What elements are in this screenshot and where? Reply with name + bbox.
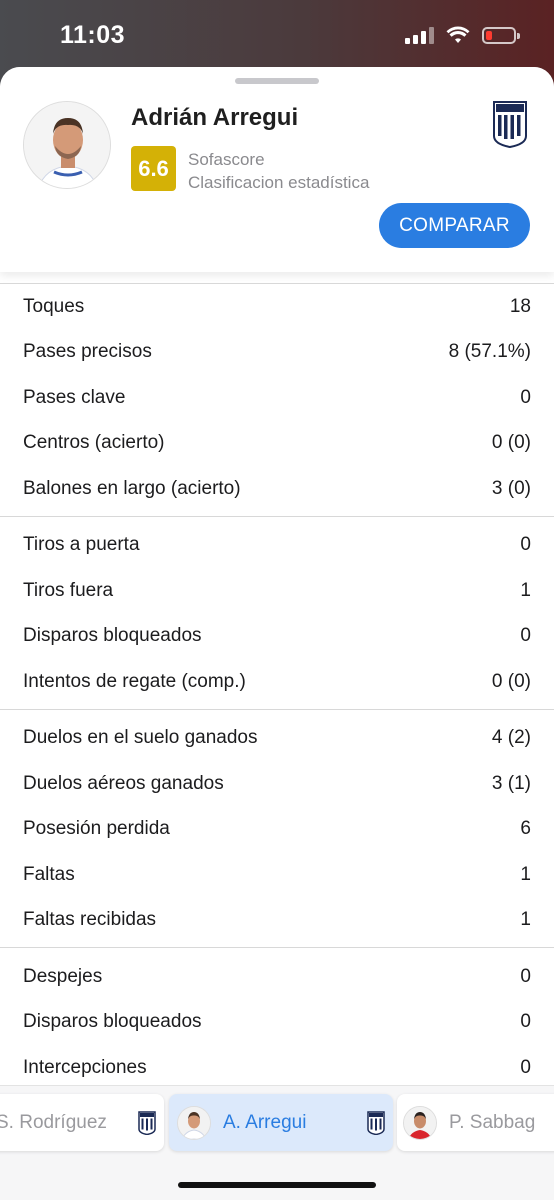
stat-label: Disparos bloqueados	[23, 1011, 202, 1033]
stat-label: Duelos en el suelo ganados	[23, 727, 258, 749]
rating-source: Sofascore Clasificacion estadística	[188, 148, 369, 194]
stat-row: Intercepciones 0	[0, 1045, 554, 1091]
club-crest-icon	[367, 1110, 385, 1135]
stat-value: 0	[520, 625, 531, 647]
stat-value: 4 (2)	[491, 727, 531, 749]
status-bar: 11:03	[0, 0, 554, 68]
stat-row: Faltas recibidas 1	[0, 898, 554, 944]
player-chip[interactable]: P. Sabbag	[397, 1094, 554, 1151]
status-icons	[405, 26, 520, 44]
stat-row: Despejes 0	[0, 954, 554, 1000]
rating-badge[interactable]: 6.6	[131, 146, 176, 191]
stat-row: Toques 18	[0, 284, 554, 330]
stat-value: 0	[520, 1056, 531, 1078]
stat-value: 0	[520, 534, 531, 556]
stat-label: Disparos bloqueados	[23, 625, 202, 647]
player-avatar	[23, 101, 111, 189]
wifi-icon	[446, 26, 470, 43]
stat-group: Tiros a puerta 0 Tiros fuera 1 Disparos bloq…	[0, 517, 554, 709]
cellular-signal-icon	[405, 26, 434, 44]
sheet-grabber[interactable]	[235, 78, 319, 84]
rating-source-name: Sofascore	[188, 150, 265, 169]
stat-value: 3 (1)	[491, 772, 531, 794]
battery-icon	[482, 26, 520, 44]
stat-value: 1	[520, 909, 531, 931]
stat-label: Intercepciones	[23, 1056, 147, 1078]
stat-row: Duelos en el suelo ganados 4 (2)	[0, 716, 554, 762]
club-crest-icon	[138, 1110, 156, 1135]
stat-row: Duelos aéreos ganados 3 (1)	[0, 761, 554, 807]
stat-label: Tiros fuera	[23, 579, 114, 601]
player-chip-active[interactable]: A. Arregui	[169, 1094, 393, 1151]
stat-label: Balones en largo (acierto)	[23, 477, 241, 499]
stat-value: 3 (0)	[491, 477, 531, 499]
stat-row: Intentos de regate (comp.) 0 (0)	[0, 659, 554, 705]
stat-label: Posesión perdida	[23, 818, 170, 840]
player-chip-name: S. Rodríguez	[0, 1111, 107, 1133]
stat-value: 0	[520, 965, 531, 987]
stat-value: 1	[520, 863, 531, 885]
stat-row: Pases clave 0	[0, 375, 554, 421]
stat-row: Posesión perdida 6	[0, 807, 554, 853]
stat-label: Toques	[23, 295, 85, 317]
stat-row: Centros (acierto) 0 (0)	[0, 421, 554, 467]
player-chip-name: A. Arregui	[223, 1111, 307, 1133]
stat-value: 0 (0)	[491, 432, 531, 454]
stat-value: 0	[520, 1011, 531, 1033]
stat-row: Pases precisos 8 (57.1%)	[0, 330, 554, 376]
clock: 11:03	[60, 21, 126, 49]
stat-value: 0 (0)	[491, 670, 531, 692]
player-stats-sheet: Adrián Arregui 6.6 Sofascore Clasificaci…	[0, 67, 554, 1200]
stat-group: Duelos en el suelo ganados 4 (2) Duelos aé…	[0, 710, 554, 948]
player-name: Adrián Arregui	[131, 104, 299, 131]
stat-row: Faltas 1	[0, 852, 554, 898]
stat-group: Toques 18 Pases precisos 8 (57.1%) Pases cla…	[0, 284, 554, 516]
stats-list: Toques 18 Pases precisos 8 (57.1%) Pases cla…	[0, 283, 554, 1095]
stat-value: 1	[520, 579, 531, 601]
stat-row: Disparos bloqueados 0	[0, 1000, 554, 1046]
home-indicator[interactable]	[178, 1182, 376, 1188]
stat-label: Faltas recibidas	[23, 909, 157, 931]
player-chip-avatar	[177, 1105, 211, 1140]
player-chip[interactable]: S. Rodríguez	[0, 1094, 164, 1151]
club-crest-icon[interactable]	[492, 100, 528, 148]
player-header: Adrián Arregui 6.6 Sofascore Clasificaci…	[0, 67, 554, 272]
stat-value: 6	[520, 818, 531, 840]
stat-row: Tiros a puerta 0	[0, 523, 554, 569]
stat-label: Faltas	[23, 863, 75, 885]
stat-value: 0	[520, 386, 531, 408]
compare-button[interactable]: COMPARAR	[379, 203, 530, 248]
stat-label: Centros (acierto)	[23, 432, 165, 454]
player-chip-avatar	[403, 1105, 437, 1140]
stat-value: 8 (57.1%)	[448, 341, 531, 363]
stat-label: Duelos aéreos ganados	[23, 772, 224, 794]
stat-label: Pases clave	[23, 386, 126, 408]
stat-label: Tiros a puerta	[23, 534, 140, 556]
stat-group: Despejes 0 Disparos bloqueados 0 Intercepcio…	[0, 948, 554, 1095]
stat-label: Pases precisos	[23, 341, 152, 363]
stat-label: Intentos de regate (comp.)	[23, 670, 246, 692]
stat-label: Despejes	[23, 965, 103, 987]
stat-row: Disparos bloqueados 0	[0, 614, 554, 660]
stat-row: Balones en largo (acierto) 3 (0)	[0, 466, 554, 512]
stat-value: 18	[509, 295, 531, 317]
player-chip-name: P. Sabbag	[449, 1111, 536, 1133]
rating-source-caption: Clasificacion estadística	[188, 173, 370, 192]
stat-row: Tiros fuera 1	[0, 568, 554, 614]
